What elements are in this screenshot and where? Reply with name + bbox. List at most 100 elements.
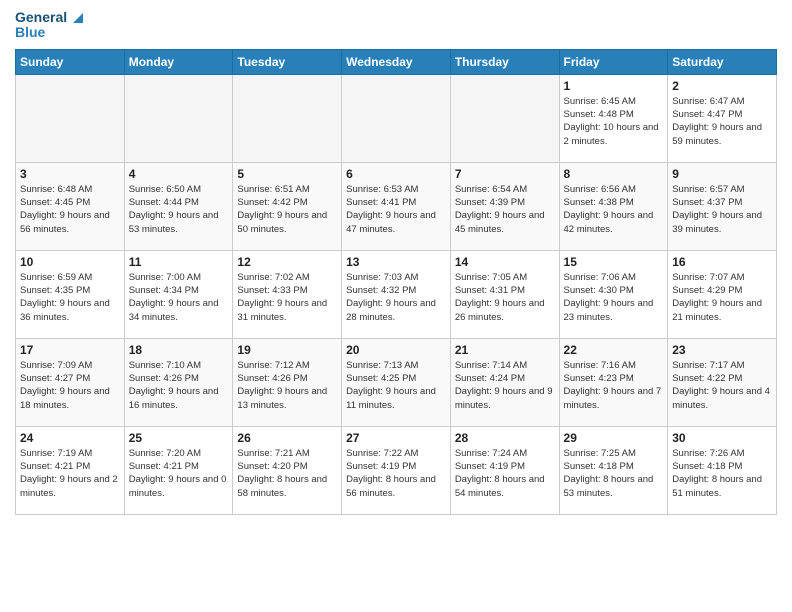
day-info: Sunrise: 7:17 AM Sunset: 4:22 PM Dayligh… [672,359,772,412]
calendar-week-4: 24 Sunrise: 7:19 AM Sunset: 4:21 PM Dayli… [16,426,777,514]
main-container: General Blue SundayMondayTuesdayWednesda… [0,0,792,612]
calendar-cell [450,74,559,162]
calendar-cell: 5 Sunrise: 6:51 AM Sunset: 4:42 PM Daylig… [233,162,342,250]
day-info: Sunrise: 7:21 AM Sunset: 4:20 PM Dayligh… [237,447,337,500]
day-info: Sunrise: 6:59 AM Sunset: 4:35 PM Dayligh… [20,271,120,324]
day-info: Sunrise: 7:07 AM Sunset: 4:29 PM Dayligh… [672,271,772,324]
calendar-cell: 30 Sunrise: 7:26 AM Sunset: 4:18 PM Dayli… [668,426,777,514]
day-number: 9 [672,167,772,181]
calendar-cell [342,74,451,162]
day-number: 16 [672,255,772,269]
calendar-header-row: SundayMondayTuesdayWednesdayThursdayFrid… [16,49,777,74]
day-number: 11 [129,255,229,269]
calendar-cell: 6Sunrise: 6:53 AM Sunset: 4:41 PM Daylig… [342,162,451,250]
day-info: Sunrise: 7:14 AM Sunset: 4:24 PM Dayligh… [455,359,555,412]
day-info: Sunrise: 6:53 AM Sunset: 4:41 PM Dayligh… [346,183,446,236]
day-number: 30 [672,431,772,445]
calendar-cell: 7 Sunrise: 6:54 AM Sunset: 4:39 PM Daylig… [450,162,559,250]
day-header-thursday: Thursday [450,49,559,74]
day-number: 14 [455,255,555,269]
day-header-wednesday: Wednesday [342,49,451,74]
calendar-cell: 1Sunrise: 6:45 AM Sunset: 4:48 PM Daylig… [559,74,668,162]
logo: General Blue [15,10,83,41]
calendar-cell: 17 Sunrise: 7:09 AM Sunset: 4:27 PM Dayli… [16,338,125,426]
calendar-week-1: 3 Sunrise: 6:48 AM Sunset: 4:45 PM Daylig… [16,162,777,250]
calendar-cell: 11Sunrise: 7:00 AM Sunset: 4:34 PM Dayli… [124,250,233,338]
day-number: 2 [672,79,772,93]
day-number: 3 [20,167,120,181]
calendar-table: SundayMondayTuesdayWednesdayThursdayFrid… [15,49,777,515]
day-number: 13 [346,255,446,269]
day-header-sunday: Sunday [16,49,125,74]
day-info: Sunrise: 7:19 AM Sunset: 4:21 PM Dayligh… [20,447,120,500]
calendar-cell: 9Sunrise: 6:57 AM Sunset: 4:37 PM Daylig… [668,162,777,250]
calendar-cell: 16 Sunrise: 7:07 AM Sunset: 4:29 PM Dayli… [668,250,777,338]
day-info: Sunrise: 6:56 AM Sunset: 4:38 PM Dayligh… [564,183,664,236]
calendar-cell: 29Sunrise: 7:25 AM Sunset: 4:18 PM Dayli… [559,426,668,514]
day-number: 19 [237,343,337,357]
day-number: 21 [455,343,555,357]
header: General Blue [15,10,777,41]
day-info: Sunrise: 7:13 AM Sunset: 4:25 PM Dayligh… [346,359,446,412]
day-number: 24 [20,431,120,445]
day-info: Sunrise: 7:26 AM Sunset: 4:18 PM Dayligh… [672,447,772,500]
day-number: 23 [672,343,772,357]
day-info: Sunrise: 6:51 AM Sunset: 4:42 PM Dayligh… [237,183,337,236]
day-number: 20 [346,343,446,357]
calendar-cell: 28 Sunrise: 7:24 AM Sunset: 4:19 PM Dayli… [450,426,559,514]
day-info: Sunrise: 7:09 AM Sunset: 4:27 PM Dayligh… [20,359,120,412]
calendar-week-2: 10 Sunrise: 6:59 AM Sunset: 4:35 PM Dayli… [16,250,777,338]
logo-text: General Blue [15,10,83,41]
calendar-cell: 19 Sunrise: 7:12 AM Sunset: 4:26 PM Dayli… [233,338,342,426]
day-info: Sunrise: 7:03 AM Sunset: 4:32 PM Dayligh… [346,271,446,324]
calendar-cell: 13 Sunrise: 7:03 AM Sunset: 4:32 PM Dayli… [342,250,451,338]
day-number: 15 [564,255,664,269]
day-info: Sunrise: 7:05 AM Sunset: 4:31 PM Dayligh… [455,271,555,324]
day-info: Sunrise: 7:16 AM Sunset: 4:23 PM Dayligh… [564,359,664,412]
calendar-cell [233,74,342,162]
calendar-cell: 26Sunrise: 7:21 AM Sunset: 4:20 PM Dayli… [233,426,342,514]
calendar-cell: 24 Sunrise: 7:19 AM Sunset: 4:21 PM Dayli… [16,426,125,514]
day-number: 22 [564,343,664,357]
calendar-cell: 3 Sunrise: 6:48 AM Sunset: 4:45 PM Daylig… [16,162,125,250]
calendar-cell: 8Sunrise: 6:56 AM Sunset: 4:38 PM Daylig… [559,162,668,250]
day-number: 28 [455,431,555,445]
day-info: Sunrise: 6:47 AM Sunset: 4:47 PM Dayligh… [672,95,772,148]
calendar-cell [124,74,233,162]
day-info: Sunrise: 7:24 AM Sunset: 4:19 PM Dayligh… [455,447,555,500]
day-number: 29 [564,431,664,445]
day-info: Sunrise: 6:50 AM Sunset: 4:44 PM Dayligh… [129,183,229,236]
day-info: Sunrise: 6:45 AM Sunset: 4:48 PM Dayligh… [564,95,664,148]
calendar-cell: 2 Sunrise: 6:47 AM Sunset: 4:47 PM Daylig… [668,74,777,162]
day-info: Sunrise: 7:20 AM Sunset: 4:21 PM Dayligh… [129,447,229,500]
day-info: Sunrise: 6:54 AM Sunset: 4:39 PM Dayligh… [455,183,555,236]
calendar-week-0: 1Sunrise: 6:45 AM Sunset: 4:48 PM Daylig… [16,74,777,162]
day-info: Sunrise: 6:48 AM Sunset: 4:45 PM Dayligh… [20,183,120,236]
calendar-week-3: 17 Sunrise: 7:09 AM Sunset: 4:27 PM Dayli… [16,338,777,426]
calendar-cell: 21 Sunrise: 7:14 AM Sunset: 4:24 PM Dayli… [450,338,559,426]
day-header-saturday: Saturday [668,49,777,74]
day-info: Sunrise: 7:02 AM Sunset: 4:33 PM Dayligh… [237,271,337,324]
calendar-cell: 22 Sunrise: 7:16 AM Sunset: 4:23 PM Dayli… [559,338,668,426]
calendar-cell: 15 Sunrise: 7:06 AM Sunset: 4:30 PM Dayli… [559,250,668,338]
calendar-cell: 27 Sunrise: 7:22 AM Sunset: 4:19 PM Dayli… [342,426,451,514]
day-header-monday: Monday [124,49,233,74]
day-number: 10 [20,255,120,269]
day-number: 5 [237,167,337,181]
day-number: 25 [129,431,229,445]
calendar-cell: 25 Sunrise: 7:20 AM Sunset: 4:21 PM Dayli… [124,426,233,514]
day-header-tuesday: Tuesday [233,49,342,74]
day-info: Sunrise: 7:06 AM Sunset: 4:30 PM Dayligh… [564,271,664,324]
day-info: Sunrise: 7:12 AM Sunset: 4:26 PM Dayligh… [237,359,337,412]
calendar-cell: 12 Sunrise: 7:02 AM Sunset: 4:33 PM Dayli… [233,250,342,338]
day-info: Sunrise: 7:10 AM Sunset: 4:26 PM Dayligh… [129,359,229,412]
calendar-cell [16,74,125,162]
day-number: 18 [129,343,229,357]
day-number: 17 [20,343,120,357]
calendar-cell: 4Sunrise: 6:50 AM Sunset: 4:44 PM Daylig… [124,162,233,250]
day-info: Sunrise: 7:22 AM Sunset: 4:19 PM Dayligh… [346,447,446,500]
calendar-cell: 10 Sunrise: 6:59 AM Sunset: 4:35 PM Dayli… [16,250,125,338]
day-number: 7 [455,167,555,181]
day-number: 27 [346,431,446,445]
day-number: 12 [237,255,337,269]
